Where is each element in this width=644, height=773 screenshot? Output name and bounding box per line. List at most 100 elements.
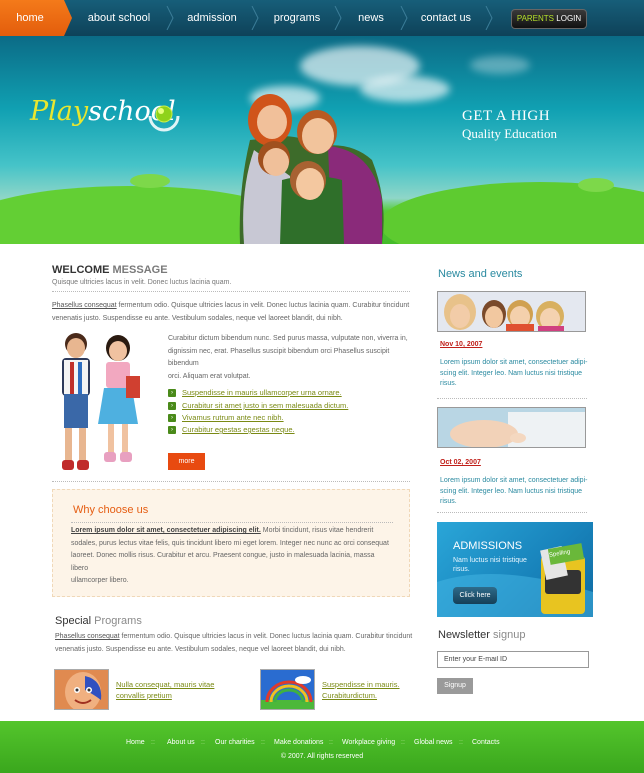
news1-line2: scing elit. Integer leo. Nam luctus nisi… [440, 369, 583, 377]
welcome-title-accent: MESSAGE [112, 264, 168, 276]
copyright-text: © 2007. All rights reserved [280, 753, 364, 760]
signup-button[interactable]: Signup [437, 678, 473, 694]
footer-link-workplace[interactable]: Workplace giving [342, 739, 395, 746]
parents-login-button[interactable]: PARENTS LOGIN [511, 9, 587, 29]
why-line1: Morbi tincidunt, risus vitae hendrerit [260, 527, 374, 534]
divider [71, 522, 393, 523]
bullet-text: Suspendisse in mauris ullamcorper urna o… [182, 388, 342, 397]
footer-separator: :: [401, 739, 405, 746]
special-intro: Phasellus consequat fermentum odio. Quis… [55, 631, 415, 656]
news1-line3: risus. [440, 380, 457, 387]
rainbow-image [261, 670, 314, 709]
footer-link-global-news[interactable]: Global news [414, 739, 453, 746]
admissions-click-here-button[interactable]: Click here [453, 587, 497, 604]
hill-shape [380, 182, 644, 244]
bullet-text: Curabitur sit amet justo in sem malesuad… [182, 401, 349, 410]
program2-line2: Curabiturdictum. [322, 691, 378, 700]
bullet-text: Vivamus rutrum ante nec nibh. [182, 413, 284, 422]
why-text: Lorem ipsum dolor sit amet, consectetuer… [71, 525, 393, 588]
welcome-body: Curabitur dictum bibendum nunc. Sed puru… [168, 333, 412, 383]
tagline-line1: GET A HIGH [462, 108, 551, 124]
newsletter-heading: Newsletter signup [438, 629, 525, 641]
newsletter-accent: signup [493, 629, 526, 641]
footer: Home :: About us :: Our charities :: Mak… [0, 721, 644, 773]
why-line3: laoreet. Donec mollis risus. Curabitur e… [71, 552, 375, 572]
program2-line1: Suspendisse in mauris. [322, 680, 400, 689]
news-date-1[interactable]: Nov 10, 2007 [440, 341, 482, 348]
logo-ball-icon [148, 105, 180, 132]
children-group-photo [239, 94, 384, 244]
welcome-title-strong: WELCOME [52, 264, 110, 276]
hand-book-image [438, 408, 585, 447]
news2-line1: Lorem ipsum dolor sit amet, consectetuer… [440, 477, 588, 484]
news-date-2[interactable]: Oct 02, 2007 [440, 459, 481, 466]
news2-line3: risus. [440, 498, 457, 505]
why-line4: ullamcorper libero. [71, 577, 129, 584]
bullet-link-3[interactable]: › Vivamus rutrum ante nec nibh. [168, 413, 284, 423]
nav-separator-icon [400, 6, 408, 30]
body-line3: orci. Aliquam erat volutpat. [168, 372, 251, 380]
special-programs-heading: Special Programs [55, 615, 142, 627]
more-button[interactable]: more [168, 453, 205, 470]
bush-shape [578, 178, 614, 192]
intro-line2: venenatis justo. Suspendisse eu ante. Ve… [52, 314, 343, 322]
news1-line1: Lorem ipsum dolor sit amet, consectetuer… [440, 359, 588, 366]
footer-link-about[interactable]: About us [167, 739, 195, 746]
intro-line1: fermentum odio. Quisque ultricies lacus … [116, 302, 410, 309]
why-bold-link[interactable]: Lorem ipsum dolor sit amet, consectetuer… [71, 527, 261, 534]
welcome-intro: Phasellus consequat fermentum odio. Quis… [52, 300, 412, 325]
footer-link-donations[interactable]: Make donations [274, 739, 323, 746]
nav-programs[interactable]: programs [262, 0, 332, 36]
special-title-strong: Special [55, 615, 92, 627]
bullet-link-4[interactable]: › Curabitur egestas egestas neque. [168, 425, 295, 435]
newsletter-email-input[interactable] [437, 651, 589, 668]
why-choose-us-box: Why choose us Lorem ipsum dolor sit amet… [52, 489, 410, 597]
logo-text-play: Play [30, 96, 89, 127]
special-line1: fermentum odio. Quisque ultricies lacus … [119, 633, 413, 640]
body-line2: dignissim nec, erat. Phasellus suscipit … [168, 347, 390, 368]
bullet-link-1[interactable]: › Suspendisse in mauris ullamcorper urna … [168, 388, 342, 398]
program-link-1[interactable]: Nulla consequat, mauris vitae convallis … [116, 679, 214, 701]
program-link-2[interactable]: Suspendisse in mauris. Curabiturdictum. [322, 679, 400, 701]
painted-face-image [55, 670, 108, 709]
nav-home[interactable]: home [0, 0, 72, 36]
footer-separator: :: [151, 739, 155, 746]
divider [52, 291, 410, 292]
parents-label: PARENTS [516, 14, 555, 23]
nav-news[interactable]: news [345, 0, 397, 36]
arrow-right-icon: › [168, 414, 176, 423]
footer-link-home[interactable]: Home [126, 739, 145, 746]
nav-separator-icon [334, 6, 342, 30]
admissions-text: Nam luctus nisi tristique risus. [453, 557, 527, 573]
arrow-right-icon: › [168, 389, 176, 398]
special-title-accent: Programs [94, 615, 142, 627]
welcome-intro-link[interactable]: Phasellus consequat [52, 302, 117, 309]
admissions-banner[interactable]: Spelling ADMISSIONS Nam luctus nisi tris… [437, 522, 593, 617]
nav-separator-icon [251, 6, 259, 30]
hero-banner: Playschool GET A HIGH Quality Education [0, 36, 644, 244]
login-label: LOGIN [556, 14, 582, 23]
footer-link-contacts[interactable]: Contacts [472, 739, 500, 746]
nav-contact-us[interactable]: contact us [410, 0, 482, 36]
footer-separator: :: [329, 739, 333, 746]
special-intro-link[interactable]: Phasellus consequat [55, 633, 120, 640]
news-text-1: Lorem ipsum dolor sit amet, consectetuer… [440, 358, 590, 390]
bullet-link-2[interactable]: › Curabitur sit amet justo in sem malesua… [168, 401, 349, 411]
bush-shape [130, 174, 170, 188]
nav-about-school[interactable]: about school [76, 0, 162, 36]
footer-separator: :: [261, 739, 265, 746]
nav-admission[interactable]: admission [176, 0, 248, 36]
program-thumb-rainbow[interactable] [260, 669, 315, 710]
bullet-text: Curabitur egestas egestas neque. [182, 425, 295, 434]
news2-line2: scing elit. Integer leo. Nam luctus nisi… [440, 487, 583, 495]
tagline-line2: Quality Education [462, 126, 557, 141]
top-nav: home about school admission programs new… [0, 0, 644, 36]
body-line1: Curabitur dictum bibendum nunc. Sed puru… [168, 335, 408, 342]
footer-link-charities[interactable]: Our charities [215, 739, 255, 746]
program-thumb-facepaint[interactable] [54, 669, 109, 710]
footer-separator: :: [459, 739, 463, 746]
news-image-hand[interactable] [437, 407, 586, 448]
arrow-right-icon: › [168, 402, 176, 411]
news-image-kids[interactable] [437, 291, 586, 332]
arrow-right-icon: › [168, 426, 176, 435]
